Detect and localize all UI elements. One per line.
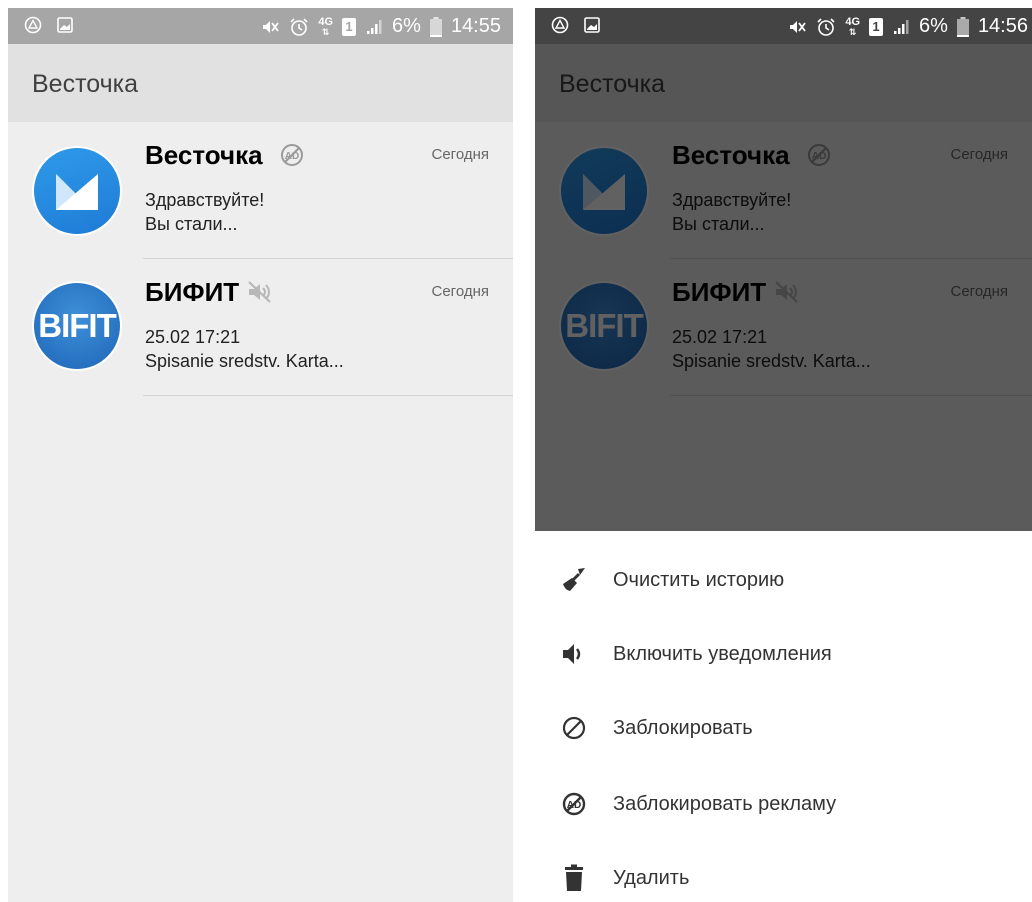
trash-icon: [559, 863, 589, 893]
battery-icon: [429, 16, 442, 37]
menu-item-label: Заблокировать: [613, 717, 753, 739]
status-bar: 4G ⇅ 1 6% 14:55: [8, 8, 513, 44]
menu-item-delete[interactable]: Удалить: [535, 841, 1032, 902]
screen-chat-list: 4G ⇅ 1 6% 14:55 Весточка Весточка AD Сег…: [8, 8, 513, 902]
bottom-sheet-menu: Очистить историю Включить уведомления За…: [535, 531, 1032, 902]
network-type-icon: 4G ⇅: [845, 15, 861, 37]
bifit-logo-text: BIFIT: [38, 307, 116, 344]
no-ads-icon: AD: [280, 143, 304, 172]
menu-item-label: Очистить историю: [613, 569, 785, 591]
chat-name: БИФИТ: [145, 277, 240, 307]
status-time: 14:56: [977, 15, 1028, 37]
network-type-icon: 4G ⇅: [318, 15, 334, 37]
chat-item-bifit[interactable]: BIFIT БИФИТ Сегодня 25.02 17:21 Spisanie…: [8, 259, 513, 396]
avatar-bifit: BIFIT: [34, 283, 120, 369]
mute-status-icon: [787, 17, 807, 37]
no-ads-icon: AD: [559, 789, 589, 819]
battery-icon: [956, 16, 969, 37]
app-notification-icon: [24, 16, 42, 34]
screen-chat-menu: 4G⇅ 1 6% 14:56 Весточка Весточка: [535, 8, 1032, 902]
status-bar: 4G ⇅ 1 6% 14:56: [535, 8, 1032, 44]
chat-item-vestochka[interactable]: Весточка AD Сегодня Здравствуйте! Вы ста…: [8, 122, 513, 259]
chat-date: Сегодня: [431, 283, 490, 300]
envelope-logo-icon: [56, 174, 98, 210]
avatar-vestochka: [34, 148, 120, 234]
chat-preview-line: 25.02 17:21: [145, 327, 241, 347]
block-icon: [559, 713, 589, 743]
chat-name: Весточка: [145, 140, 263, 170]
battery-percent: 6%: [392, 15, 421, 37]
speaker-icon: [559, 639, 589, 669]
menu-item-label: Включить уведомления: [613, 643, 832, 665]
chat-preview-line: Spisanie sredstv. Karta...: [145, 351, 344, 371]
chat-preview-line: Вы стали...: [145, 214, 238, 234]
app-notification-icon: [551, 16, 569, 34]
menu-item-label: Удалить: [613, 867, 690, 889]
image-notification-icon: [583, 16, 601, 34]
sim-icon: 1: [342, 17, 357, 36]
status-time: 14:55: [450, 15, 501, 37]
battery-percent: 6%: [919, 15, 948, 37]
menu-item-block-ads[interactable]: AD Заблокировать рекламу: [535, 767, 1032, 841]
alarm-icon: [289, 17, 309, 37]
menu-item-label: Заблокировать рекламу: [613, 793, 837, 815]
sim-icon: 1: [869, 17, 884, 36]
page-title: Весточка: [32, 70, 139, 98]
broom-icon: [559, 565, 589, 595]
menu-item-clear-history[interactable]: Очистить историю: [535, 543, 1032, 617]
menu-item-block[interactable]: Заблокировать: [535, 691, 1032, 765]
mute-status-icon: [260, 17, 280, 37]
signal-icon: [892, 18, 910, 36]
divider: [143, 395, 513, 396]
menu-item-enable-notifications[interactable]: Включить уведомления: [535, 617, 1032, 691]
chat-preview-line: Здравствуйте!: [145, 190, 265, 210]
signal-icon: [365, 18, 383, 36]
image-notification-icon: [56, 16, 74, 34]
chat-list: Весточка AD Сегодня Здравствуйте! Вы ста…: [8, 122, 513, 396]
muted-icon: [246, 280, 274, 309]
chat-date: Сегодня: [431, 146, 490, 163]
dim-overlay[interactable]: [535, 44, 1032, 531]
app-bar: Весточка: [8, 44, 513, 122]
alarm-icon: [816, 17, 836, 37]
